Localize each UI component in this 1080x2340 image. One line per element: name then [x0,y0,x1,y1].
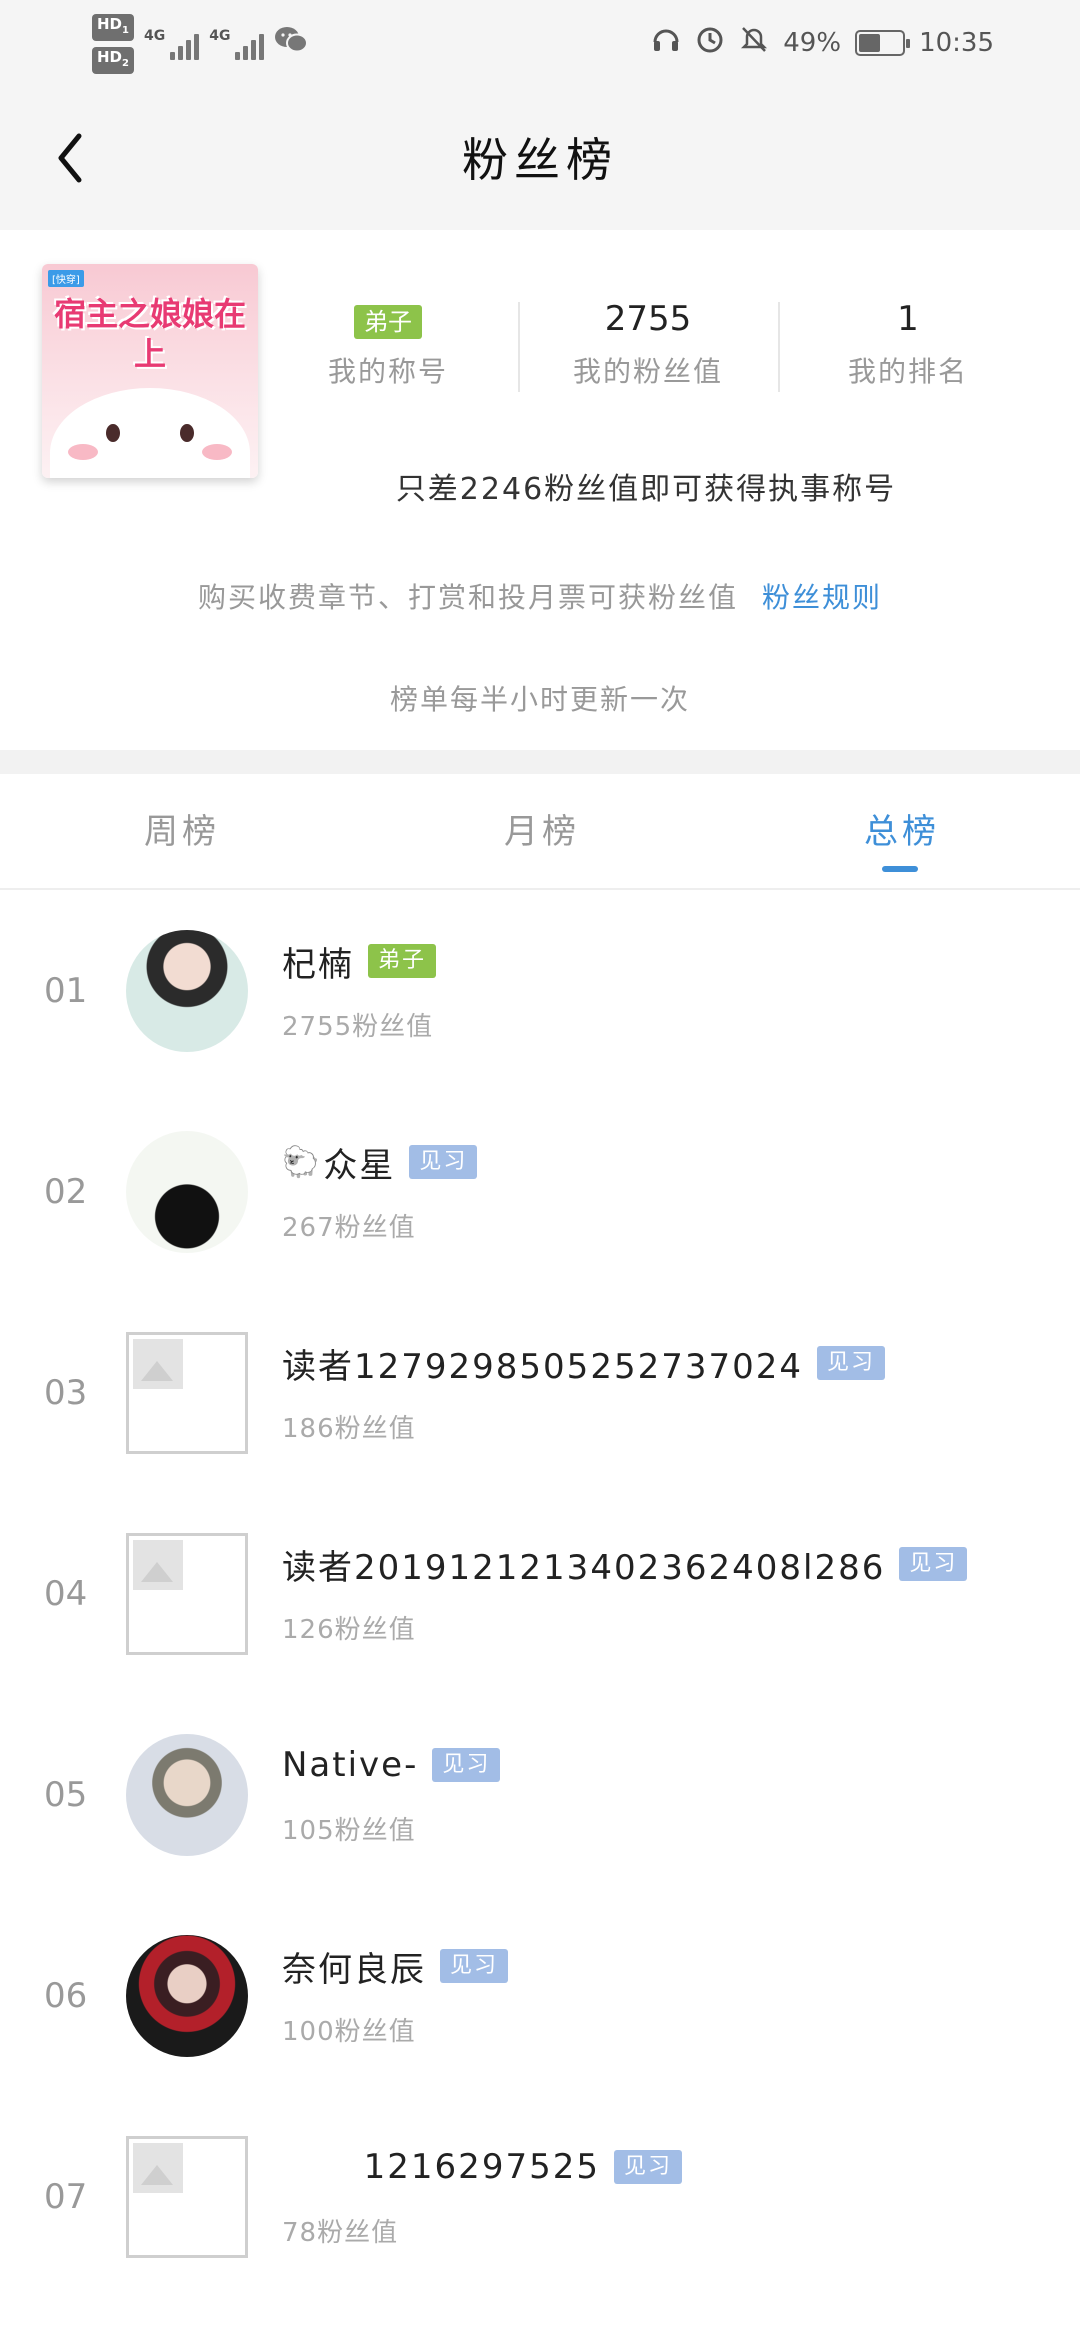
user-name: 读者1279298505252737024 [282,1346,804,1387]
cover-title: 宿主之娘娘在上 [53,295,246,373]
list-item[interactable]: 04 读者2019121213402362408l286 见习 126粉丝值 [0,1493,1080,1694]
rank-title-badge: 见习 [817,1346,886,1380]
headphones-icon [651,24,681,62]
mute-icon [739,24,769,62]
fan-value: 2755粉丝值 [282,1012,434,1042]
fan-value: 105粉丝值 [282,1816,416,1846]
sim1-hd-icon: HD1 [92,14,134,41]
title-badge: 弟子 [354,305,422,339]
avatar[interactable] [126,1734,248,1856]
header: 粉丝榜 [0,88,1080,230]
fan-value: 126粉丝值 [282,1615,416,1645]
battery-icon [855,30,911,56]
signal-1-icon: 4G [144,28,200,60]
rules-line: 购买收费章节、打赏和投月票可获粉丝值 粉丝规则 [0,576,1080,616]
avatar-placeholder[interactable] [126,1533,248,1655]
rank-title-badge: 见习 [613,2150,682,2184]
list-item[interactable]: 03 读者1279298505252737024 见习 186粉丝值 [0,1292,1080,1493]
user-name: 杞楠 [282,944,354,985]
upgrade-hint: 只差2246粉丝值即可获得执事称号 [395,472,897,507]
fan-rules-link[interactable]: 粉丝规则 [762,581,882,614]
sheep-icon: 🐑 [282,1144,322,1180]
book-cover[interactable]: [快穿] 宿主之娘娘在上 [42,264,258,478]
rank-title-badge: 见习 [432,1748,501,1782]
rank-number: 04 [44,1573,88,1614]
list-item[interactable]: 07 1216297525 见习 78粉丝值 [0,2096,1080,2297]
rank-title-badge: 弟子 [368,944,437,978]
ranking-list: 01 杞楠 弟子 2755粉丝值 02 🐑 众星 见习 267粉丝值 03 读者… [0,890,1080,2297]
cover-mascot [50,388,250,478]
rank-number: 01 [44,970,88,1011]
rank-title-badge: 见习 [899,1547,968,1581]
rank-number: 07 [44,2176,88,2217]
user-name: 众星 [323,1145,396,1186]
image-placeholder-icon [133,1540,183,1590]
clock: 10:35 [919,28,994,58]
fan-info-section: [快穿] 宿主之娘娘在上 弟子 我的称号 2755 我的粉丝值 1 我的排名 只… [0,230,1080,750]
fan-value: 100粉丝值 [282,2017,416,2047]
avatar-placeholder[interactable] [126,1332,248,1454]
list-item[interactable]: 05 Native- 见习 105粉丝值 [0,1694,1080,1895]
user-name: 奈何良辰 [282,1949,426,1990]
sim2-hd-icon: HD2 [92,47,134,74]
stat-title: 弟子 我的称号 [258,296,518,392]
tab-weekly[interactable]: 周榜 [144,804,220,853]
tab-total[interactable]: 总榜 [864,804,940,853]
section-divider [0,750,1080,774]
user-name: 读者2019121213402362408l286 [282,1547,886,1588]
status-right: 49% 10:35 [651,18,994,68]
status-left: HD1 HD2 4G 4G [92,14,309,74]
ranking-tabs: 周榜 月榜 总榜 [0,774,1080,890]
cover-tag: [快穿] [48,270,84,287]
status-bar: HD1 HD2 4G 4G 49% 10:35 [0,0,1080,88]
stat-title-label: 我的称号 [327,355,448,388]
fan-value: 186粉丝值 [282,1414,416,1444]
fan-value: 267粉丝值 [282,1213,416,1243]
rank-number: 02 [44,1171,88,1212]
rules-text: 购买收费章节、打赏和投月票可获粉丝值 [197,581,738,614]
avatar[interactable] [126,1131,248,1253]
rank-label: 我的排名 [847,355,968,388]
avatar-placeholder[interactable] [126,2136,248,2258]
rank-number: 06 [44,1975,88,2016]
list-item[interactable]: 06 奈何良辰 见习 100粉丝值 [0,1895,1080,2096]
user-name: Native- [282,1745,419,1785]
fan-value: 78粉丝值 [282,2218,399,2248]
battery-percent: 49% [783,28,842,58]
alarm-icon [695,24,725,62]
user-name: 1216297525 [363,2147,600,2187]
tab-monthly[interactable]: 月榜 [504,804,580,853]
page-title: 粉丝榜 [462,133,618,187]
avatar[interactable] [126,930,248,1052]
image-placeholder-icon [133,2143,183,2193]
stat-fan-value: 2755 我的粉丝值 [518,296,778,392]
avatar[interactable] [126,1935,248,2057]
rank-number: 03 [44,1372,88,1413]
tab-indicator [882,866,918,872]
wechat-icon [274,26,309,62]
rank-number: 05 [44,1774,88,1815]
list-item[interactable]: 02 🐑 众星 见习 267粉丝值 [0,1091,1080,1292]
stat-rank: 1 我的排名 [778,296,1038,392]
fan-value: 2755 [604,299,692,339]
list-item[interactable]: 01 杞楠 弟子 2755粉丝值 [0,890,1080,1091]
fan-stats: 弟子 我的称号 2755 我的粉丝值 1 我的排名 [258,296,1080,392]
rank-title-badge: 见习 [440,1949,509,1983]
rank-title-badge: 见习 [409,1145,478,1179]
image-placeholder-icon [133,1339,183,1389]
rank-value: 1 [897,299,919,339]
update-note: 榜单每半小时更新一次 [389,683,690,716]
signal-2-icon: 4G [209,28,265,60]
fan-value-label: 我的粉丝值 [572,355,723,388]
